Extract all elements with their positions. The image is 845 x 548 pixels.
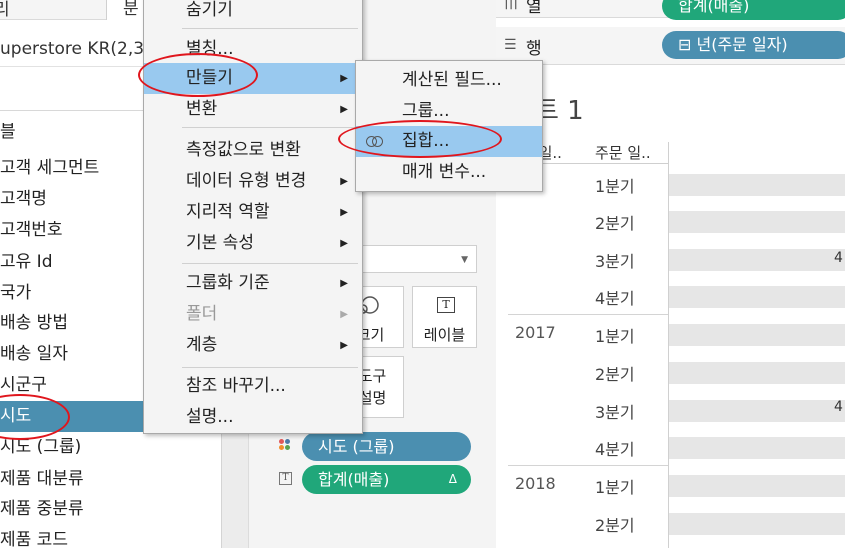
analytics-tab-label: 분 bbox=[123, 0, 139, 19]
menu-separator bbox=[182, 367, 358, 368]
bar-mark[interactable] bbox=[669, 324, 845, 346]
bar-mark[interactable] bbox=[669, 400, 845, 422]
rows-pill-label: ⊟ 년(주문 일자) bbox=[678, 35, 788, 54]
rows-shelf-label: 행 bbox=[526, 39, 542, 59]
menu-item-label: 변환 bbox=[186, 99, 218, 119]
menu-item-label: 참조 바꾸기... bbox=[186, 376, 286, 396]
bar-mark[interactable] bbox=[669, 362, 845, 384]
menu-item-label: 계층 bbox=[186, 335, 218, 355]
chevron-down-icon: ▼ bbox=[461, 255, 468, 265]
menu-separator bbox=[182, 127, 358, 128]
color-icon bbox=[279, 439, 291, 451]
field-item[interactable]: 제품 대분류 bbox=[0, 464, 221, 495]
submenu-item[interactable]: 계산된 필드... bbox=[356, 65, 542, 96]
quarter-header[interactable]: 4분기 bbox=[595, 436, 635, 460]
bar-mark[interactable] bbox=[669, 437, 845, 459]
columns-pill-label: 합계(매출) bbox=[678, 0, 750, 15]
label-text-icon: T bbox=[279, 472, 292, 485]
menu-item[interactable]: 계층 ▶ bbox=[144, 330, 362, 361]
submenu-arrow-icon: ▶ bbox=[340, 176, 348, 187]
field-item[interactable]: 제품 코드 bbox=[0, 525, 221, 548]
quarter-header[interactable]: 4분기 bbox=[595, 285, 635, 309]
bar-mark[interactable] bbox=[669, 286, 845, 308]
data-pane-title: 리 bbox=[0, 0, 10, 20]
menu-item[interactable]: 기본 속성 ▶ bbox=[144, 228, 362, 259]
submenu-arrow-icon: ▶ bbox=[340, 340, 348, 351]
menu-item[interactable]: 지리적 역할 ▶ bbox=[144, 197, 362, 228]
quarter-header[interactable]: 1분기 bbox=[595, 323, 635, 347]
menu-item[interactable]: 참조 바꾸기... bbox=[144, 371, 362, 402]
year-divider bbox=[508, 314, 668, 315]
menu-item[interactable]: 그룹화 기준 ▶ bbox=[144, 268, 362, 299]
menu-item-label: 설명... bbox=[186, 407, 234, 427]
year-divider bbox=[508, 465, 668, 466]
menu-item[interactable]: 데이터 유형 변경 ▶ bbox=[144, 166, 362, 197]
submenu-arrow-icon: ▶ bbox=[340, 278, 348, 289]
columns-shelf[interactable]: ||| 열 합계(매출) bbox=[496, 0, 845, 20]
submenu-item-label: 매개 변수... bbox=[402, 162, 487, 182]
color-pill-sido-group[interactable]: 시도 (그룹) bbox=[302, 432, 471, 461]
label-label: 레이블 bbox=[423, 326, 466, 344]
label-pill-sum-sales[interactable]: 합계(매출) Δ bbox=[302, 465, 471, 494]
color-pill-label: 시도 (그룹) bbox=[318, 437, 395, 456]
field-item[interactable]: 제품 중분류 bbox=[0, 494, 221, 525]
menu-item[interactable]: 숨기기 bbox=[144, 0, 362, 26]
menu-item-label: 측정값으로 변환 bbox=[186, 140, 301, 160]
menu-item-label: 그룹화 기준 bbox=[186, 273, 270, 293]
year-header[interactable]: 2017 bbox=[515, 323, 556, 342]
quarter-header[interactable]: 1분기 bbox=[595, 173, 635, 197]
mark-type-dropdown[interactable]: ▼ bbox=[360, 245, 477, 273]
submenu-arrow-icon: ▶ bbox=[340, 207, 348, 218]
annotation-ring-create bbox=[138, 53, 258, 97]
quarter-header[interactable]: 2분기 bbox=[595, 210, 635, 234]
label-button[interactable]: T 레이블 bbox=[412, 286, 477, 348]
bar-mark[interactable] bbox=[669, 475, 845, 497]
submenu-arrow-icon: ▶ bbox=[340, 238, 348, 249]
menu-item[interactable]: 측정값으로 변환 bbox=[144, 135, 362, 166]
menu-item-label: 데이터 유형 변경 bbox=[186, 171, 307, 191]
quarter-header[interactable]: 2분기 bbox=[595, 512, 635, 536]
submenu-arrow-icon: ▶ bbox=[340, 104, 348, 115]
columns-shelf-label: 열 bbox=[526, 0, 542, 17]
column-header-quarter[interactable]: 주문 일.. bbox=[595, 142, 651, 163]
bar-mark[interactable] bbox=[669, 211, 845, 233]
submenu-arrow-icon: ▶ bbox=[340, 73, 348, 84]
submenu-arrow-icon: ▶ bbox=[340, 309, 348, 320]
submenu-item[interactable]: 매개 변수... bbox=[356, 157, 542, 188]
label-icon: T bbox=[437, 297, 455, 313]
bar-mark[interactable] bbox=[669, 249, 845, 271]
bar-mark[interactable] bbox=[669, 513, 845, 535]
bar-value-label: 4 bbox=[834, 250, 843, 266]
menu-item: 폴더 ▶ bbox=[144, 299, 362, 330]
bar-mark[interactable] bbox=[669, 174, 845, 196]
menu-item-label: 기본 속성 bbox=[186, 233, 254, 253]
menu-item[interactable]: 변환 ▶ bbox=[144, 94, 362, 125]
rows-shelf[interactable]: ☰ 행 ⊟ 년(주문 일자) bbox=[496, 27, 845, 65]
annotation-ring-set bbox=[338, 120, 502, 158]
menu-item-label: 지리적 역할 bbox=[186, 202, 270, 222]
label-pill-text: 합계(매출) bbox=[318, 470, 390, 489]
menu-item-label: 숨기기 bbox=[186, 0, 233, 20]
rows-pill-year-order-date[interactable]: ⊟ 년(주문 일자) bbox=[662, 31, 845, 59]
menu-separator bbox=[182, 263, 358, 264]
delta-icon: Δ bbox=[448, 472, 457, 486]
bar-value-label: 4 bbox=[834, 399, 843, 415]
year-header[interactable]: 2018 bbox=[515, 474, 556, 493]
columns-pill-sum-sales[interactable]: 합계(매출) bbox=[662, 0, 845, 20]
columns-icon: ||| bbox=[504, 0, 519, 10]
quarter-header[interactable]: 2분기 bbox=[595, 361, 635, 385]
submenu-item-label: 그룹... bbox=[402, 101, 450, 121]
quarter-header[interactable]: 1분기 bbox=[595, 474, 635, 498]
quarter-header[interactable]: 3분기 bbox=[595, 399, 635, 423]
rows-icon: ☰ bbox=[504, 37, 517, 53]
submenu-item-label: 계산된 필드... bbox=[402, 70, 502, 90]
menu-separator bbox=[182, 28, 358, 29]
quarter-header[interactable]: 3분기 bbox=[595, 248, 635, 272]
datasource-name[interactable]: uperstore KR(2,3걱 bbox=[0, 34, 160, 59]
menu-item[interactable]: 설명... bbox=[144, 402, 362, 433]
menu-item-label: 폴더 bbox=[186, 304, 218, 324]
